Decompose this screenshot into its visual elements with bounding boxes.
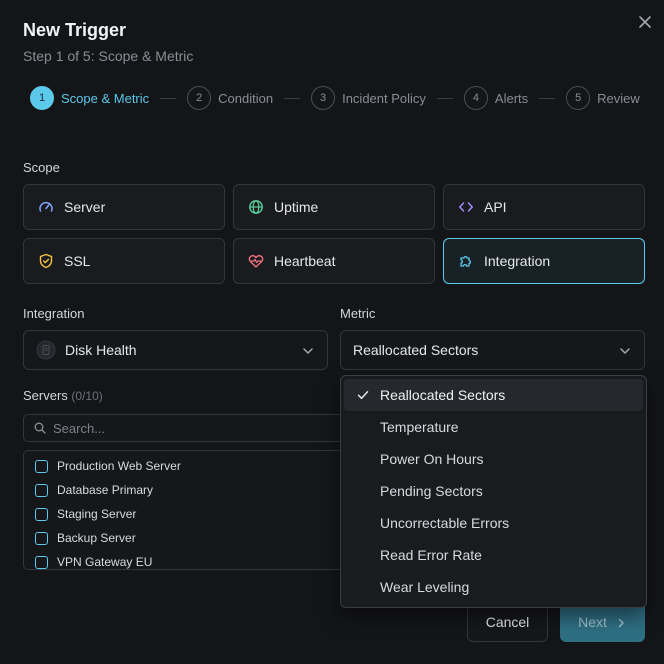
chevron-right-icon [615, 616, 627, 628]
server-name: Staging Server [57, 507, 137, 521]
step-label: Scope & Metric [61, 90, 150, 106]
step-label: Alerts [494, 90, 529, 106]
metric-option[interactable]: Uncorrectable Errors [344, 507, 643, 539]
step-incident-policy[interactable]: 3 Incident Policy [311, 86, 426, 110]
step-review[interactable]: 5 Review [566, 86, 640, 110]
scope-option-ssl[interactable]: SSL [23, 238, 225, 284]
step-divider [436, 97, 453, 99]
servers-label: Servers (0/10) [23, 388, 103, 403]
integration-label: Integration [23, 306, 85, 321]
server-checkbox[interactable] [35, 555, 48, 569]
cancel-button[interactable]: Cancel [467, 602, 548, 642]
close-icon[interactable] [636, 13, 654, 31]
integration-select[interactable]: Disk Health [23, 330, 328, 370]
heart-pulse-icon [248, 253, 264, 269]
globe-icon [248, 199, 264, 215]
metric-option-label: Power On Hours [380, 451, 484, 467]
metric-option-label: Read Error Rate [380, 547, 482, 563]
search-input[interactable] [53, 420, 333, 436]
chevron-down-icon [618, 344, 632, 358]
metric-option-label: Reallocated Sectors [380, 387, 506, 403]
scope-option-label: Heartbeat [274, 253, 336, 269]
step-divider [284, 97, 301, 99]
server-item[interactable]: VPN Gateway EU [35, 554, 153, 569]
step-divider [160, 97, 177, 99]
step-label: Incident Policy [342, 90, 426, 106]
server-name: Backup Server [57, 531, 136, 545]
metric-option[interactable]: Wear Leveling [344, 571, 643, 603]
step-number: 3 [311, 86, 336, 110]
new-trigger-dialog: New Trigger Step 1 of 5: Scope & Metric … [0, 0, 664, 664]
metric-option[interactable]: Temperature [344, 411, 643, 443]
scope-option-api[interactable]: API [443, 184, 645, 230]
metric-value: Reallocated Sectors [353, 342, 479, 358]
server-checkbox[interactable] [35, 507, 48, 521]
metric-option-label: Temperature [380, 419, 459, 435]
metric-option[interactable]: Pending Sectors [344, 475, 643, 507]
step-alerts[interactable]: 4 Alerts [463, 86, 529, 110]
metric-option-label: Uncorrectable Errors [380, 515, 510, 531]
scope-option-label: Integration [484, 253, 551, 269]
metric-option-label: Pending Sectors [380, 483, 483, 499]
puzzle-icon [458, 253, 474, 269]
scope-option-label: API [484, 199, 507, 215]
scope-option-label: Uptime [274, 199, 319, 215]
step-number: 2 [187, 86, 212, 110]
metric-label: Metric [340, 306, 376, 321]
dialog-subtitle: Step 1 of 5: Scope & Metric [23, 48, 194, 64]
server-list: Production Web Server Database Primary S… [23, 450, 353, 570]
code-icon [458, 199, 474, 215]
metric-dropdown: Reallocated Sectors Temperature Power On… [340, 375, 647, 608]
check-icon [356, 388, 370, 402]
metric-option[interactable]: Reallocated Sectors [344, 379, 643, 411]
servers-label-text: Servers [23, 388, 68, 403]
server-item[interactable]: Staging Server [35, 506, 136, 522]
server-checkbox[interactable] [35, 459, 48, 473]
step-condition[interactable]: 2 Condition [187, 86, 273, 110]
metric-option[interactable]: Read Error Rate [344, 539, 643, 571]
metric-option[interactable]: Power On Hours [344, 443, 643, 475]
step-number: 5 [566, 86, 591, 110]
scope-option-label: Server [64, 199, 106, 215]
step-label: Review [597, 90, 640, 106]
step-scope-metric[interactable]: 1 Scope & Metric [30, 86, 149, 110]
gauge-icon [38, 199, 54, 215]
disk-icon [36, 340, 56, 360]
scope-label: Scope [23, 160, 60, 175]
metric-select[interactable]: Reallocated Sectors [340, 330, 645, 370]
scope-option-server[interactable]: Server [23, 184, 225, 230]
next-button[interactable]: Next [560, 602, 645, 642]
server-checkbox[interactable] [35, 531, 48, 545]
scope-option-uptime[interactable]: Uptime [233, 184, 435, 230]
server-search[interactable] [23, 414, 353, 442]
server-name: Database Primary [57, 483, 154, 497]
server-name: VPN Gateway EU [57, 555, 153, 569]
shield-icon [38, 253, 54, 269]
scope-option-integration[interactable]: Integration [443, 238, 645, 284]
server-item[interactable]: Production Web Server [35, 458, 181, 474]
server-checkbox[interactable] [35, 483, 48, 497]
next-button-label: Next [578, 614, 607, 630]
metric-option-label: Wear Leveling [380, 579, 470, 595]
scope-option-label: SSL [64, 253, 91, 269]
integration-value: Disk Health [65, 342, 137, 358]
stepper: 1 Scope & Metric 2 Condition 3 Incident … [30, 86, 640, 110]
chevron-down-icon [301, 344, 315, 358]
server-item[interactable]: Backup Server [35, 530, 136, 546]
step-label: Condition [218, 90, 274, 106]
scope-option-heartbeat[interactable]: Heartbeat [233, 238, 435, 284]
step-divider [539, 97, 556, 99]
server-name: Production Web Server [57, 459, 181, 473]
search-icon [34, 422, 46, 434]
server-item[interactable]: Database Primary [35, 482, 153, 498]
servers-count: (0/10) [71, 389, 103, 403]
step-number: 4 [463, 86, 488, 110]
dialog-title: New Trigger [23, 20, 127, 40]
step-number: 1 [30, 86, 54, 110]
